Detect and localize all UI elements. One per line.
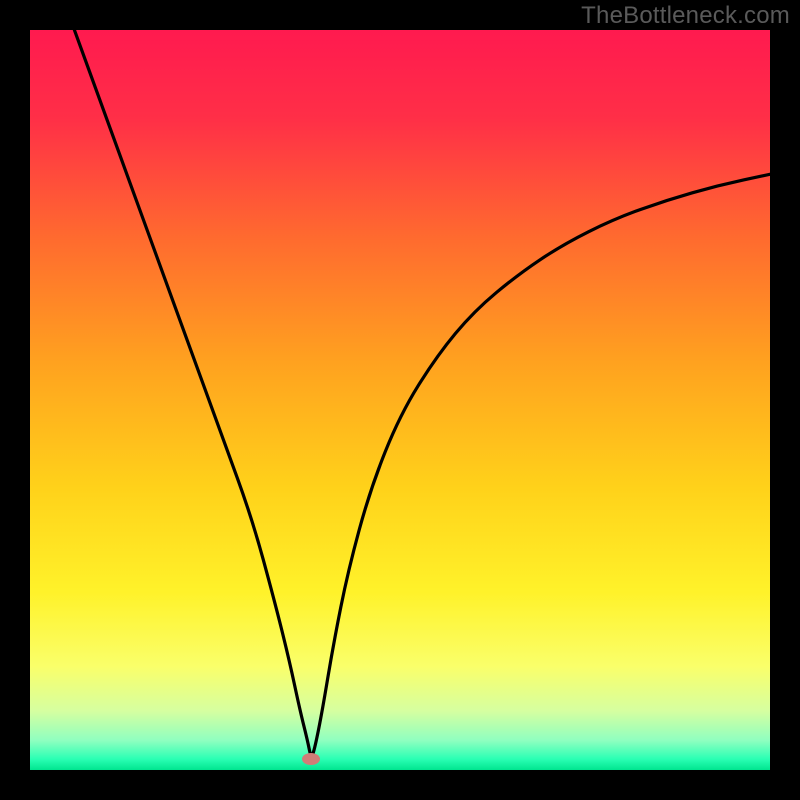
background-gradient bbox=[30, 30, 770, 770]
minimum-marker bbox=[302, 753, 320, 765]
watermark-text: TheBottleneck.com bbox=[581, 2, 790, 30]
chart-frame: TheBottleneck.com bbox=[0, 0, 800, 800]
plot-area bbox=[30, 30, 770, 770]
